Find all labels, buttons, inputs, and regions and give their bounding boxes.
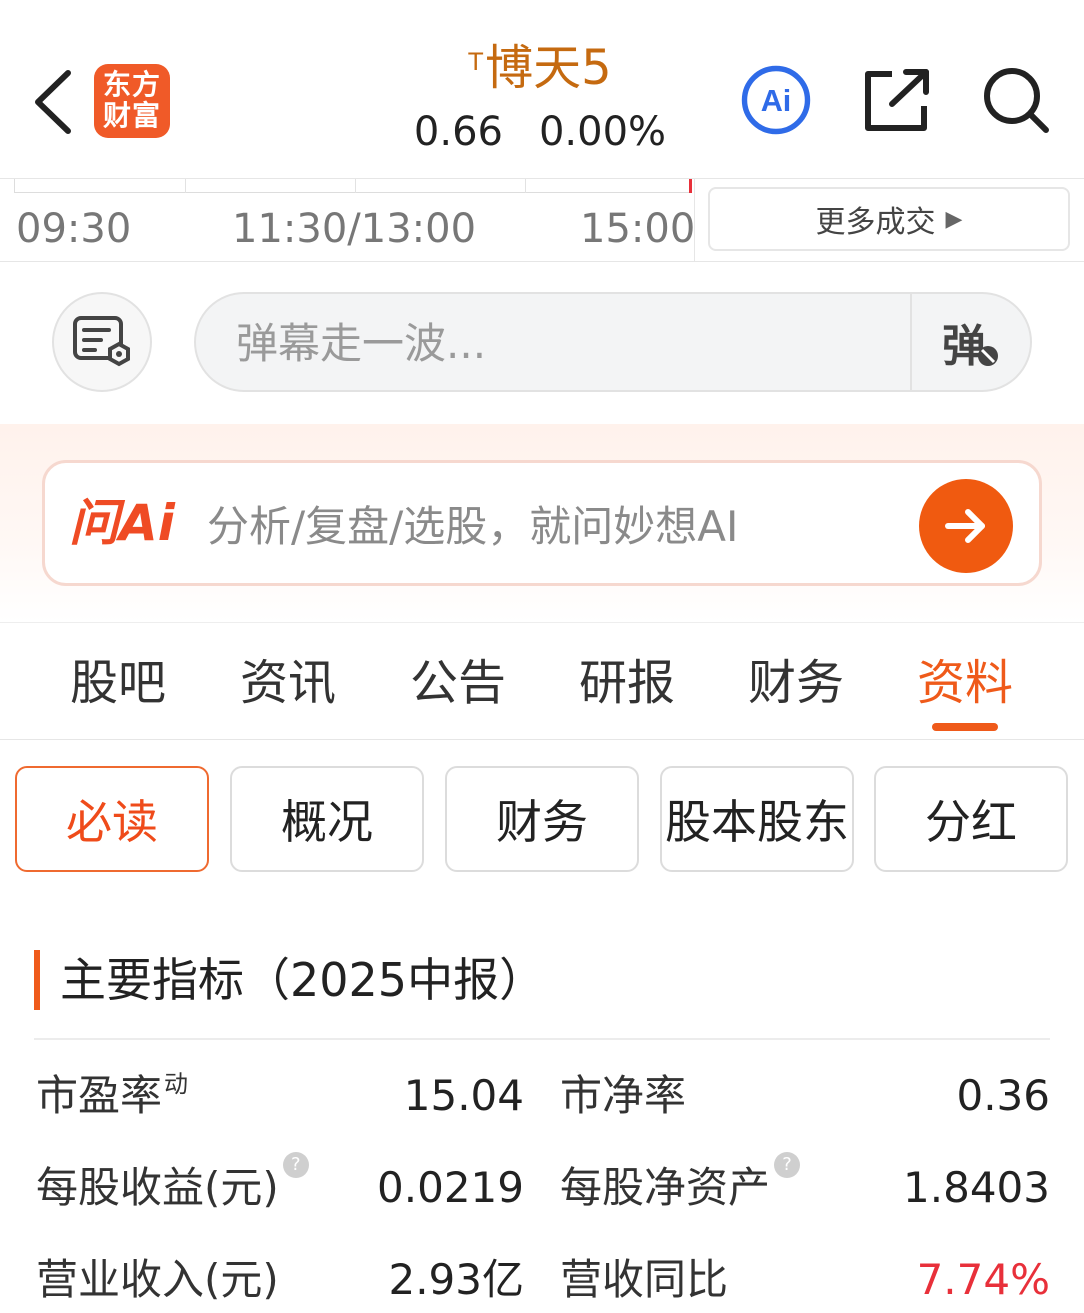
danmaku-placeholder: 弹幕走一波... bbox=[236, 319, 487, 368]
top-navigation-bar: 东方 财富 T博天5 0.66 0.00% Ai bbox=[0, 0, 1084, 178]
metric-label-bvps: 每股净资产? bbox=[560, 1152, 801, 1216]
app-logo: 东方 财富 bbox=[94, 64, 170, 138]
active-tab-indicator bbox=[932, 723, 998, 731]
metric-pe-superscript: 动 bbox=[164, 1070, 189, 1098]
metric-value-revenue-yoy: 7.74% bbox=[916, 1255, 1050, 1304]
price-row: 0.66 0.00% bbox=[380, 104, 700, 160]
danmaku-bar: 弹幕走一波... 弹 bbox=[0, 262, 1084, 424]
logo-line-1: 东方 bbox=[102, 68, 161, 101]
share-icon bbox=[865, 69, 929, 131]
metric-label-revenue-yoy: 营收同比 bbox=[560, 1255, 729, 1304]
stock-name: T博天5 bbox=[380, 36, 700, 100]
stock-prefix: T bbox=[468, 48, 484, 76]
ask-ai-hint: 分析/复盘/选股，就问妙想AI bbox=[207, 502, 739, 551]
more-trades-label: 更多成交 bbox=[815, 205, 936, 240]
subtab-overview[interactable]: 概况 bbox=[230, 766, 424, 872]
tab-news[interactable]: 资讯 bbox=[218, 651, 358, 715]
caret-right-icon: ▶ bbox=[945, 206, 963, 232]
metric-label-pb: 市净率 bbox=[560, 1071, 687, 1120]
stock-price: 0.66 bbox=[413, 109, 503, 155]
divider bbox=[694, 179, 695, 263]
more-trades-button[interactable]: 更多成交 ▶ bbox=[708, 187, 1070, 251]
subtab-finance[interactable]: 财务 bbox=[445, 766, 639, 872]
ai-icon: Ai bbox=[741, 65, 811, 135]
chart-gridline bbox=[185, 179, 186, 193]
ask-ai-brand: 问Ai bbox=[69, 494, 175, 552]
time-label-close: 15:00 bbox=[580, 206, 696, 252]
tab-guba[interactable]: 股吧 bbox=[48, 651, 188, 715]
metric-label-eps: 每股收益(元)? bbox=[36, 1152, 309, 1216]
danmaku-send-button[interactable]: 弹 bbox=[910, 294, 1030, 390]
subtab-shareholders[interactable]: 股本股东 bbox=[660, 766, 854, 872]
ask-ai-submit-button[interactable] bbox=[919, 479, 1013, 573]
ask-ai-input[interactable]: 问Ai 分析/复盘/选股，就问妙想AI bbox=[42, 460, 1042, 586]
ask-ai-section: 问Ai 分析/复盘/选股，就问妙想AI bbox=[0, 424, 1084, 622]
danmaku-settings-button[interactable] bbox=[52, 292, 152, 392]
logo-line-2: 财富 bbox=[102, 99, 161, 132]
stock-change-pct: 0.00% bbox=[538, 109, 667, 155]
metric-label-bvps-text: 每股净资产 bbox=[560, 1163, 771, 1212]
danmaku-settings-icon bbox=[73, 316, 130, 367]
section-title: 主要指标（2025中报） bbox=[34, 950, 545, 1010]
share-button[interactable] bbox=[862, 64, 934, 136]
metric-label-eps-text: 每股收益(元) bbox=[36, 1163, 279, 1212]
intraday-time-axis: 09:30 11:30/13:00 15:00 更多成交 ▶ bbox=[0, 178, 1084, 263]
arrow-right-icon bbox=[945, 509, 985, 543]
metric-label-pe: 市盈率动 bbox=[36, 1068, 188, 1124]
chart-gridline bbox=[525, 179, 526, 193]
metric-value-eps: 0.0219 bbox=[377, 1163, 524, 1212]
subtab-dividends[interactable]: 分红 bbox=[874, 766, 1068, 872]
tab-announcements[interactable]: 公告 bbox=[388, 651, 528, 715]
section-divider bbox=[34, 1038, 1050, 1040]
ai-assistant-button[interactable]: Ai bbox=[740, 64, 812, 136]
help-icon[interactable]: ? bbox=[774, 1152, 801, 1178]
content-tabs: 股吧 资讯 公告 研报 财务 资料 bbox=[0, 622, 1084, 740]
metric-label-revenue: 营业收入(元) bbox=[36, 1255, 279, 1304]
stock-name-text: 博天5 bbox=[485, 40, 612, 96]
metric-value-bvps: 1.8403 bbox=[903, 1163, 1050, 1212]
metric-label-pe-text: 市盈率 bbox=[36, 1071, 163, 1120]
time-label-midday: 11:30/13:00 bbox=[232, 206, 477, 252]
current-time-marker bbox=[689, 179, 692, 193]
tab-profile[interactable]: 资料 bbox=[895, 651, 1035, 715]
stock-title-block[interactable]: T博天5 0.66 0.00% bbox=[380, 36, 700, 160]
metric-value-pb: 0.36 bbox=[956, 1071, 1050, 1120]
search-icon bbox=[984, 68, 1049, 133]
subtab-must-read[interactable]: 必读 bbox=[15, 766, 209, 872]
search-button[interactable] bbox=[980, 64, 1052, 136]
danmaku-input[interactable]: 弹幕走一波... 弹 bbox=[194, 292, 1032, 392]
help-icon[interactable]: ? bbox=[282, 1152, 309, 1178]
ai-badge-text: Ai bbox=[761, 84, 792, 118]
chevron-left-icon bbox=[35, 70, 71, 134]
chart-bottom-edge bbox=[14, 179, 692, 193]
metric-value-pe: 15.04 bbox=[403, 1071, 524, 1120]
time-label-open: 09:30 bbox=[16, 206, 132, 252]
back-button[interactable] bbox=[22, 62, 82, 142]
chart-gridline bbox=[355, 179, 356, 193]
tab-finance[interactable]: 财务 bbox=[726, 651, 866, 715]
danmaku-toggle-icon bbox=[978, 346, 998, 366]
tab-research[interactable]: 研报 bbox=[557, 651, 697, 715]
metric-value-revenue: 2.93亿 bbox=[388, 1255, 524, 1304]
